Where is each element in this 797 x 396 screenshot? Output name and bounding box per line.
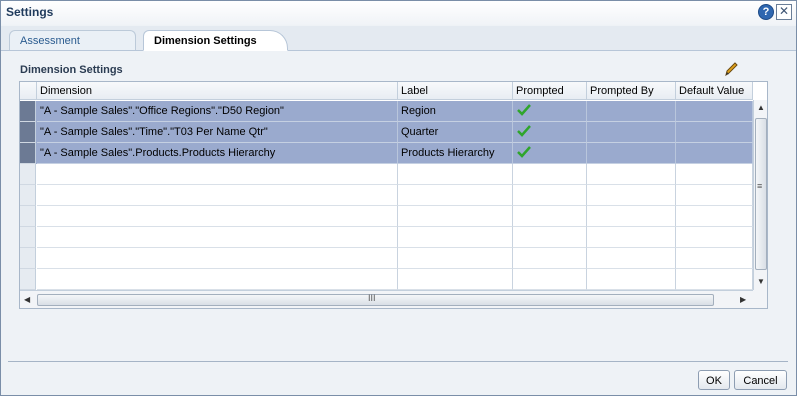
- empty-cell: [37, 185, 398, 206]
- horizontal-scroll-thumb[interactable]: III: [37, 293, 714, 306]
- column-header-default-value[interactable]: Default Value: [676, 82, 753, 100]
- row-selector: [20, 185, 36, 206]
- cell-label[interactable]: Region: [398, 101, 513, 122]
- empty-cell: [587, 185, 676, 206]
- vertical-scrollbar[interactable]: ▲ ≡ ▼: [753, 100, 767, 290]
- row-selector[interactable]: [20, 101, 36, 122]
- scroll-up-arrow-icon[interactable]: ▲: [757, 103, 765, 112]
- column-header-prompted-by[interactable]: Prompted By: [587, 82, 676, 100]
- empty-cell: [398, 206, 513, 227]
- cell-prompted-by[interactable]: [587, 122, 676, 143]
- empty-cell: [513, 206, 587, 227]
- scrollbar-corner: [753, 290, 767, 308]
- scroll-left-arrow-icon[interactable]: ◀: [24, 295, 30, 304]
- row-header-corner: [20, 82, 37, 100]
- column-header-prompted[interactable]: Prompted: [513, 82, 587, 100]
- row-selector: [20, 248, 36, 269]
- empty-cell: [587, 248, 676, 269]
- cell-dimension[interactable]: "A - Sample Sales"."Time"."T03 Per Name …: [37, 122, 398, 143]
- cell-dimension[interactable]: "A - Sample Sales".Products.Products Hie…: [37, 143, 398, 164]
- empty-row: [20, 248, 753, 269]
- empty-cell: [37, 227, 398, 248]
- close-icon[interactable]: ✕: [776, 4, 792, 20]
- title-bar: Settings ? ✕: [1, 1, 796, 25]
- scroll-grip-icon: III: [368, 293, 376, 303]
- empty-cell: [513, 164, 587, 185]
- empty-row: [20, 164, 753, 185]
- scroll-right-arrow-icon[interactable]: ▶: [740, 295, 746, 304]
- cell-prompted[interactable]: [513, 122, 587, 143]
- row-selector: [20, 227, 36, 248]
- dimension-settings-table: Dimension Label Prompted Prompted By Def…: [19, 81, 768, 309]
- cell-prompted[interactable]: [513, 101, 587, 122]
- checkmark-icon: [517, 104, 531, 116]
- row-selector: [20, 269, 36, 290]
- column-header-label[interactable]: Label: [398, 82, 513, 100]
- empty-cell: [676, 227, 753, 248]
- table-row[interactable]: "A - Sample Sales"."Time"."T03 Per Name …: [20, 122, 753, 143]
- table-row[interactable]: "A - Sample Sales"."Office Regions"."D50…: [20, 101, 753, 122]
- row-selector[interactable]: [20, 122, 36, 143]
- empty-cell: [37, 206, 398, 227]
- tab-dimension-settings[interactable]: Dimension Settings: [143, 30, 288, 51]
- empty-cell: [587, 269, 676, 290]
- empty-cell: [587, 206, 676, 227]
- horizontal-scrollbar[interactable]: ◀ III ▶: [20, 290, 753, 308]
- section-title: Dimension Settings: [20, 64, 123, 76]
- empty-cell: [37, 248, 398, 269]
- cell-default-value[interactable]: [676, 122, 753, 143]
- checkmark-icon: [517, 146, 531, 158]
- empty-cell: [398, 185, 513, 206]
- cancel-button[interactable]: Cancel: [734, 370, 787, 390]
- empty-cell: [676, 248, 753, 269]
- empty-row: [20, 227, 753, 248]
- cell-prompted-by[interactable]: [587, 101, 676, 122]
- cell-prompted[interactable]: [513, 143, 587, 164]
- empty-cell: [587, 227, 676, 248]
- empty-cell: [513, 227, 587, 248]
- empty-cell: [676, 269, 753, 290]
- scroll-down-arrow-icon[interactable]: ▼: [757, 277, 765, 286]
- empty-row: [20, 206, 753, 227]
- checkmark-icon: [517, 125, 531, 137]
- empty-cell: [587, 164, 676, 185]
- empty-cell: [676, 164, 753, 185]
- empty-cell: [37, 269, 398, 290]
- row-selector: [20, 164, 36, 185]
- table-row[interactable]: "A - Sample Sales".Products.Products Hie…: [20, 143, 753, 164]
- empty-cell: [513, 185, 587, 206]
- row-selector: [20, 206, 36, 227]
- empty-row: [20, 185, 753, 206]
- column-header-dimension[interactable]: Dimension: [37, 82, 398, 100]
- cell-default-value[interactable]: [676, 143, 753, 164]
- empty-row: [20, 269, 753, 290]
- help-icon[interactable]: ?: [758, 4, 774, 20]
- empty-cell: [398, 227, 513, 248]
- vertical-scroll-thumb[interactable]: ≡: [755, 118, 767, 270]
- cell-dimension[interactable]: "A - Sample Sales"."Office Regions"."D50…: [37, 101, 398, 122]
- empty-cell: [513, 248, 587, 269]
- row-selector[interactable]: [20, 143, 36, 164]
- empty-cell: [398, 248, 513, 269]
- dialog-title: Settings: [6, 5, 54, 19]
- scroll-grip-icon: ≡: [757, 181, 763, 191]
- empty-cell: [676, 206, 753, 227]
- cell-label[interactable]: Quarter: [398, 122, 513, 143]
- footer-divider: [8, 361, 788, 362]
- empty-cell: [398, 269, 513, 290]
- cell-prompted-by[interactable]: [587, 143, 676, 164]
- empty-cell: [676, 185, 753, 206]
- ok-button[interactable]: OK: [698, 370, 730, 390]
- cell-label[interactable]: Products Hierarchy: [398, 143, 513, 164]
- empty-cell: [513, 269, 587, 290]
- empty-cell: [37, 164, 398, 185]
- tab-bar: Assessment Mappings Dimension Settings: [1, 26, 796, 67]
- cell-default-value[interactable]: [676, 101, 753, 122]
- tab-assessment-mappings[interactable]: Assessment Mappings: [9, 30, 136, 67]
- pencil-icon[interactable]: [722, 60, 740, 78]
- empty-cell: [398, 164, 513, 185]
